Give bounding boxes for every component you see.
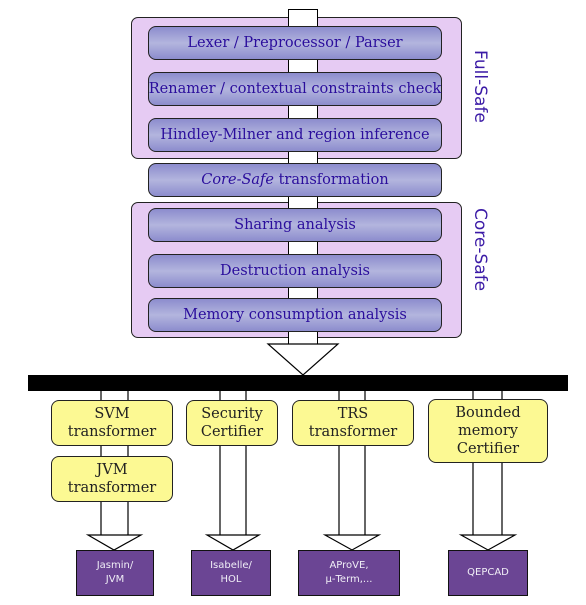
backend-trs-transformer[interactable]: TRS transformer (292, 400, 414, 446)
arrowhead-jasmin (85, 534, 144, 551)
backend-line: transformer (67, 480, 157, 496)
arrowhead-isabelle (204, 534, 262, 551)
tool-line: HOL (220, 574, 242, 585)
backend-line: memory (458, 423, 518, 439)
backend-line: transformer (67, 424, 157, 440)
tool-line: AProVE, (329, 560, 369, 571)
backend-line: Bounded (455, 405, 521, 421)
backend-line: transformer (308, 424, 398, 440)
backend-svm-transformer[interactable]: SVM transformer (51, 400, 173, 446)
backend-jvm-transformer[interactable]: JVM transformer (51, 456, 173, 502)
tool-line: Isabelle/ (210, 560, 252, 571)
backend-line: Certifier (456, 441, 520, 457)
tool-line: μ-Term,... (325, 574, 373, 585)
tool-line: QEPCAD (467, 567, 509, 578)
backend-line: JVM (96, 462, 128, 478)
arrowhead-aprove (322, 534, 382, 551)
backend-line: SVM (94, 406, 130, 422)
main-arrowhead (266, 343, 340, 376)
tool-line: Jasmin/ (96, 560, 134, 571)
backend-security-certifier[interactable]: Security Certifier (186, 400, 278, 446)
tool-isabelle-hol[interactable]: Isabelle/HOL (191, 550, 271, 596)
tool-qepcad[interactable]: QEPCAD (448, 550, 528, 596)
backend-line: TRS (337, 406, 369, 422)
tool-line: JVM (105, 574, 125, 585)
distribution-bar (28, 375, 568, 391)
arrows-layer (85, 343, 518, 551)
tool-jasmin-jvm[interactable]: Jasmin/JVM (76, 550, 154, 596)
arrowhead-qepcad (458, 534, 518, 551)
tool-aprove-muterm[interactable]: AProVE, μ-Term,... (298, 550, 400, 596)
backend-line: Certifier (200, 424, 264, 440)
backend-bounded-memory-certifier[interactable]: Bounded memory Certifier (428, 399, 548, 463)
backend-line: Security (201, 406, 263, 422)
